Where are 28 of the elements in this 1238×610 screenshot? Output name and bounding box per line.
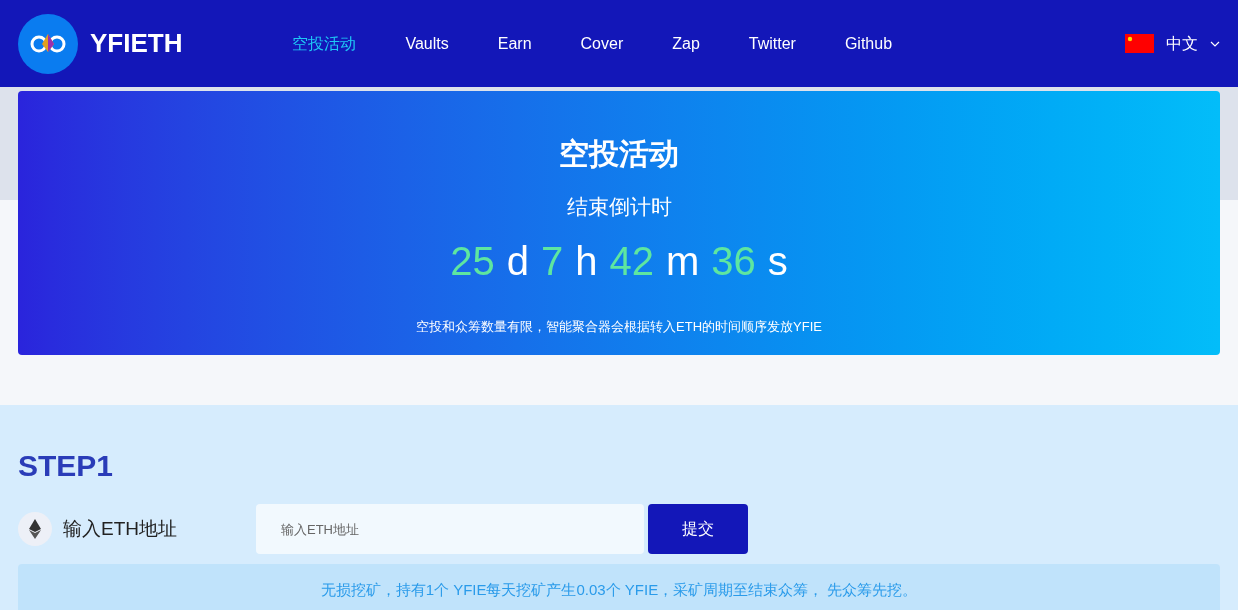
field-label: 输入ETH地址 [63,516,178,541]
ethereum-icon [18,512,52,546]
nav-link[interactable]: 空投活动 [292,31,357,56]
nav-link[interactable]: Zap [672,31,700,56]
nav-link[interactable]: Twitter [748,31,796,56]
brand-name: YFIETH [90,27,183,60]
nav-link[interactable]: Github [844,31,893,56]
nav-link[interactable]: Earn [497,31,532,56]
countdown-unit: m [665,237,700,285]
eth-address-field[interactable]: 输入ETH地址 [256,504,644,554]
nav-link[interactable]: Cover [580,31,624,56]
language-selector[interactable]: 中文 [1166,31,1198,56]
countdown-value: 36 [711,237,756,285]
countdown-unit: d [506,237,529,285]
countdown-value: 7 [540,237,564,285]
banner-title: 空投活动 [559,136,679,172]
countdown-label: 结束倒计时 [566,194,672,220]
banner-note: 空投和众筹数量有限，智能聚合器会根据转入ETH的时间顺序发放YFIE [416,317,822,336]
chevron-down-icon[interactable] [1210,40,1220,47]
flag-icon [1125,34,1154,53]
step-title: STEP1 [18,448,115,484]
info-text: 无损挖矿，持有1个 YFIE每天挖矿产生0.03个 YFIE，采矿周期至结束众筹， 先众筹先挖。 [320,580,918,600]
countdown-value: 25 [450,237,495,285]
countdown-unit: h [575,237,598,285]
submit-button[interactable]: 提交 [648,504,748,554]
nav-link[interactable]: Vaults [405,31,449,56]
countdown-unit: s [767,237,788,285]
countdown-value: 42 [609,237,654,285]
